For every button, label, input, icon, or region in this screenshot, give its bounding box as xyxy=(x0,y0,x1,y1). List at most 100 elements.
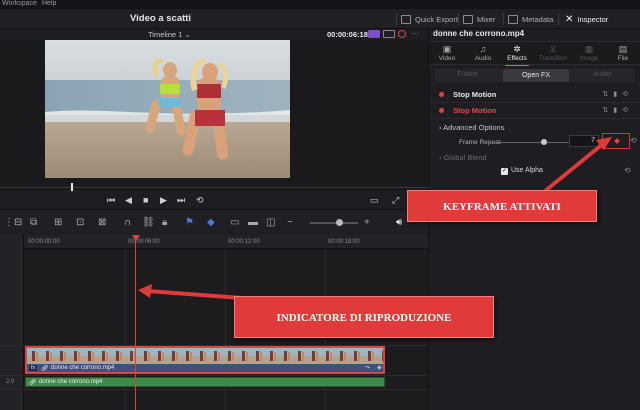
video-clip[interactable]: fx 🔗︎ donne che corrono.mp4 ⤳ ◆ xyxy=(25,346,385,374)
ruler-label: 00:00:18:00 xyxy=(328,239,360,245)
fullscreen-icon[interactable]: ⤢ xyxy=(392,195,399,206)
clip-label-row: fx 🔗︎ donne che corrono.mp4 ⤳ ◆ xyxy=(27,364,383,372)
play-icon[interactable]: ▶ xyxy=(160,195,167,206)
zoom-detail-icon[interactable]: ▬ xyxy=(248,217,258,228)
chevron-down-icon[interactable] xyxy=(383,30,395,38)
effect-name: Stop Motion xyxy=(453,90,497,99)
effect-row-controls[interactable]: ⇅▮⟲ xyxy=(602,106,633,114)
global-blend-label: Global Blend xyxy=(443,153,487,162)
keyframe-diamond-icon[interactable] xyxy=(614,138,620,144)
effect-name: Stop Motion xyxy=(453,106,497,115)
reset-icon[interactable]: ⟲ xyxy=(630,136,637,145)
timeline-select[interactable]: Timeline 1 ⌄ xyxy=(148,30,191,39)
video-viewer[interactable] xyxy=(0,40,428,183)
mixer-button[interactable]: Mixer xyxy=(463,12,495,26)
inspector-clip-name: donne che corrono.mp4 xyxy=(433,29,525,38)
effect-row-controls[interactable]: ⇅▮⟲ xyxy=(602,90,633,98)
timeline-ruler[interactable]: 00:00:00:00 00:00:06:00 00:00:12:00 00:0… xyxy=(24,235,428,249)
effect-row[interactable]: Stop Motion ⇅▮⟲ xyxy=(429,87,640,103)
toolbar-divider xyxy=(458,13,459,25)
tab-transition[interactable]: ⧖ Transition xyxy=(535,42,571,66)
ruler-label: 00:00:00:00 xyxy=(28,239,60,245)
color-icon[interactable] xyxy=(398,30,406,38)
subtab-open-fx[interactable]: Open FX xyxy=(503,69,569,82)
toolbar-divider xyxy=(503,13,504,25)
quick-export-button[interactable]: Quick Export xyxy=(401,12,458,26)
frame-repeat-slider-handle[interactable] xyxy=(541,139,547,145)
speed-change-icon: ⤳ xyxy=(365,365,370,371)
track-separator xyxy=(0,375,428,376)
clip-thumbnails xyxy=(27,348,383,364)
chevron-down-icon: ⌄ xyxy=(184,30,191,39)
tab-video[interactable]: ▣ Video xyxy=(429,42,465,66)
safe-area-icon[interactable]: ▭ xyxy=(370,195,379,206)
tab-image[interactable]: ▦ Image xyxy=(571,42,607,66)
link-icon: 🔗︎ xyxy=(29,380,37,386)
more-icon[interactable]: ··· xyxy=(411,29,423,38)
frame-repeat-value[interactable]: 7 xyxy=(569,135,599,147)
keyframe-callout: KEYFRAME ATTIVATI xyxy=(407,190,597,222)
tab-effects[interactable]: ✲ Effects xyxy=(499,42,535,66)
snapping-icon[interactable]: ∩ xyxy=(124,217,131,228)
effect-row[interactable]: Stop Motion ⇅▮⟲ xyxy=(429,103,640,119)
advanced-options-header[interactable]: › Advanced Options xyxy=(439,123,504,132)
zoom-slider[interactable] xyxy=(310,222,358,224)
timeline-select-value: Timeline 1 xyxy=(148,30,183,39)
loop-icon[interactable]: ⟲ xyxy=(196,195,204,206)
project-title: Video a scatti xyxy=(130,13,192,24)
viewer-mode-icon[interactable] xyxy=(368,30,380,38)
tab-label: Effects xyxy=(507,55,527,62)
audio-clip[interactable]: 🔗︎ donne che corrono.mp4 xyxy=(25,377,385,387)
volume-icon[interactable]: 🔊︎ xyxy=(396,217,402,228)
stop-icon[interactable]: ■ xyxy=(143,195,148,205)
lock-icon[interactable]: 🔒︎ xyxy=(162,217,167,228)
trim-icon[interactable]: ⊟ xyxy=(14,217,22,228)
scrub-handle[interactable] xyxy=(71,183,73,191)
metadata-button[interactable]: Metadata xyxy=(508,12,553,26)
global-blend-header[interactable]: › Global Blend xyxy=(439,153,487,162)
zoom-out-icon[interactable]: − xyxy=(287,217,293,228)
selection-icon[interactable]: ⋮ xyxy=(4,217,14,228)
zoom-in-icon[interactable]: + xyxy=(364,217,370,228)
inspector-label: Inspector xyxy=(577,14,609,24)
keyframe-prev-icon[interactable]: ‹ xyxy=(606,136,609,145)
overwrite-clip-icon[interactable]: ⊡ xyxy=(76,217,84,228)
playhead-handle[interactable] xyxy=(132,235,140,241)
blade-edit-icon[interactable]: ⧉ xyxy=(30,217,37,228)
reset-icon[interactable]: ⟲ xyxy=(624,166,631,175)
viewer-scrub-bar[interactable] xyxy=(0,183,428,191)
flag-icon[interactable]: ⚑ xyxy=(185,217,194,228)
insert-clip-icon[interactable]: ⊞ xyxy=(54,217,62,228)
audio-icon: ♫ xyxy=(479,44,487,54)
keyframe-icon: ◆ xyxy=(377,365,382,371)
track-separator xyxy=(0,389,428,390)
go-to-start-icon[interactable]: ⏮ xyxy=(107,195,115,206)
use-alpha-label: Use Alpha xyxy=(511,167,543,174)
inspector-button[interactable]: ✕ Inspector xyxy=(565,12,608,26)
play-reverse-icon[interactable]: ◀ xyxy=(125,195,132,206)
link-icon[interactable]: ⛓ xyxy=(142,217,155,228)
menu-help[interactable]: Help xyxy=(42,0,56,7)
zoom-full-icon[interactable]: ▭ xyxy=(230,217,239,228)
replace-clip-icon[interactable]: ⊠ xyxy=(98,217,106,228)
go-to-end-icon[interactable]: ⏭ xyxy=(177,195,185,206)
zoom-slider-handle[interactable] xyxy=(336,219,343,226)
effect-enable-toggle[interactable] xyxy=(439,92,444,97)
file-icon: ▤ xyxy=(618,44,628,54)
playhead[interactable] xyxy=(135,235,136,410)
toolbar-divider xyxy=(558,13,559,25)
advanced-options-label: Advanced Options xyxy=(443,123,505,132)
subtab-fusion[interactable]: Fusion xyxy=(435,71,501,78)
marker-icon[interactable]: ◆ xyxy=(207,217,215,228)
subtab-audio[interactable]: Audio xyxy=(569,71,635,78)
scrub-track xyxy=(0,187,428,188)
tab-audio[interactable]: ♫ Audio xyxy=(465,42,501,66)
use-alpha-checkbox[interactable]: ✓ xyxy=(501,168,508,175)
export-icon xyxy=(401,14,411,24)
zoom-custom-icon[interactable]: ◫ xyxy=(266,217,275,228)
tab-file[interactable]: ▤ File xyxy=(605,42,640,66)
effect-enable-toggle[interactable] xyxy=(439,108,444,113)
playhead-callout: INDICATORE DI RIPRODUZIONE xyxy=(234,296,494,338)
menu-workspace[interactable]: Workspace xyxy=(2,0,37,7)
effects-subtabs: Fusion Open FX Audio xyxy=(435,69,635,82)
